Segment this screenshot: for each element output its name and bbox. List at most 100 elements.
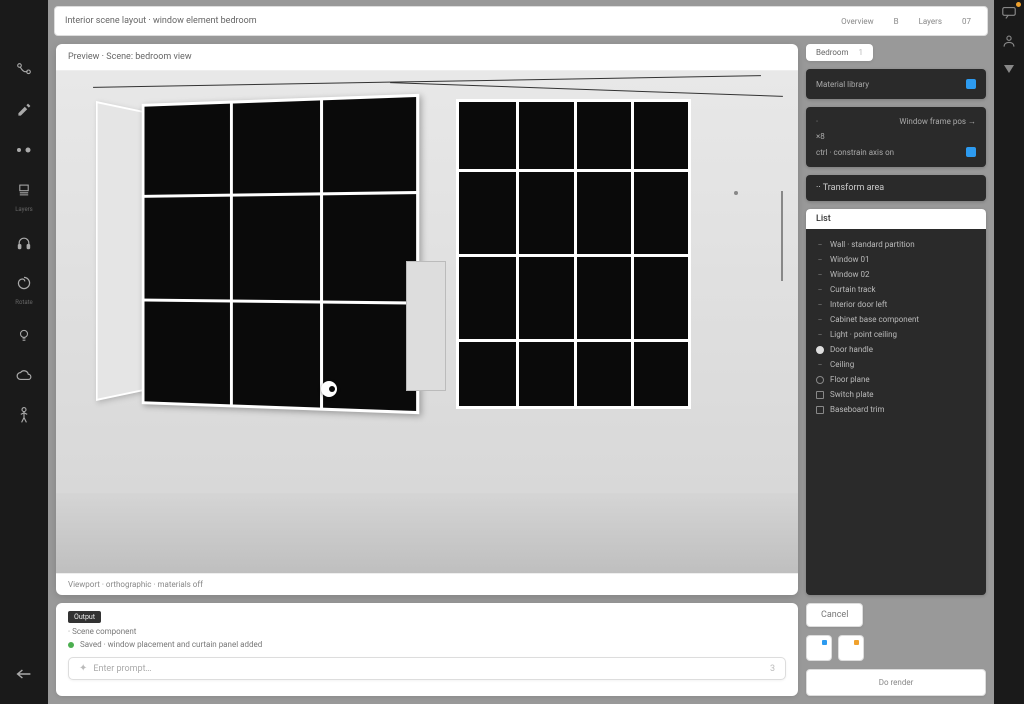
topbar-title: Interior scene layout · window element b…	[65, 16, 257, 26]
tool-sidebar: Layers Rotate	[0, 0, 48, 704]
user-icon[interactable]	[1000, 32, 1018, 50]
node-icon[interactable]	[14, 60, 34, 80]
scene-tag-label: Bedroom	[816, 48, 849, 57]
transform-area-head[interactable]: ·· Transform area	[806, 175, 986, 201]
list-item-label: Ceiling	[830, 360, 854, 369]
prompt-input[interactable]: ✦ Enter prompt… 3	[68, 657, 786, 680]
list-item-label: Floor plane	[830, 375, 870, 384]
list-body: –Wall · standard partition–Window 01–Win…	[806, 229, 986, 595]
bulb-icon[interactable]	[14, 326, 34, 346]
topbar-btn-1[interactable]: B	[888, 15, 905, 28]
list-item-label: Switch plate	[830, 390, 874, 399]
row1-label: ·	[816, 117, 818, 126]
list-item-label: Curtain track	[830, 285, 876, 294]
layer-icon-label: Layers	[15, 206, 33, 213]
viewport-canvas[interactable]	[56, 71, 798, 573]
list-item-label: Baseboard trim	[830, 405, 885, 414]
room-illustration	[56, 71, 798, 573]
spiral-icon-label: Rotate	[15, 299, 33, 306]
dash-icon: –	[816, 301, 824, 309]
box-icon	[816, 406, 824, 414]
list-item[interactable]: –Curtain track	[812, 282, 980, 297]
circle-filled-icon	[816, 346, 824, 354]
door-handle	[321, 381, 337, 397]
outline-list: List –Wall · standard partition–Window 0…	[806, 209, 986, 595]
list-item-label: Window 01	[830, 255, 870, 264]
list-item[interactable]: –Cabinet base component	[812, 312, 980, 327]
list-item[interactable]: –Light · point ceiling	[812, 327, 980, 342]
topbar-btn-3[interactable]: 07	[956, 15, 977, 28]
cloud-icon[interactable]	[14, 366, 34, 386]
dash-icon: –	[816, 331, 824, 339]
triangle-down-icon[interactable]	[1000, 60, 1018, 78]
list-item-label: Light · point ceiling	[830, 330, 897, 339]
scene-tag[interactable]: Bedroom 1	[806, 44, 873, 61]
transform-card: · Window frame pos → ×8 ctrl · constrain…	[806, 107, 986, 167]
list-item[interactable]: –Window 01	[812, 252, 980, 267]
content-row: Preview · Scene: bedroom view	[48, 36, 994, 603]
render-button[interactable]: Do render	[806, 669, 986, 696]
preview-thumb-2[interactable]	[838, 635, 864, 661]
figure-icon[interactable]	[14, 406, 34, 426]
prompt-placeholder: Enter prompt…	[93, 664, 764, 674]
main-area: Interior scene layout · window element b…	[48, 0, 994, 704]
list-item-label: Door handle	[830, 345, 873, 354]
transform-area-label: ·· Transform area	[816, 183, 976, 193]
arrow-left-icon[interactable]	[14, 664, 34, 684]
topbar: Interior scene layout · window element b…	[54, 6, 988, 36]
sparkle-icon: ✦	[79, 663, 87, 674]
topbar-btn-2[interactable]: Layers	[913, 15, 948, 28]
eyedropper-icon[interactable]	[14, 100, 34, 120]
scene-tag-count: 1	[859, 48, 864, 57]
box-icon	[816, 391, 824, 399]
list-item[interactable]: Door handle	[812, 342, 980, 357]
cabinet	[406, 261, 446, 391]
console-line-1: · Scene component	[68, 627, 786, 636]
spiral-icon[interactable]	[14, 273, 34, 293]
app-root: Layers Rotate Interior scene layout · wi…	[0, 0, 1024, 704]
dash-icon: –	[816, 286, 824, 294]
viewport-header: Preview · Scene: bedroom view	[56, 44, 798, 71]
list-item[interactable]: –Interior door left	[812, 297, 980, 312]
material-card[interactable]: Material library	[806, 69, 986, 99]
headphones-icon[interactable]	[14, 233, 34, 253]
bottom-strip: Output · Scene component Saved · window …	[48, 603, 994, 704]
list-item[interactable]: Floor plane	[812, 372, 980, 387]
message-icon[interactable]	[1000, 4, 1018, 22]
console-panel: Output · Scene component Saved · window …	[56, 603, 798, 696]
preview-thumb-1[interactable]	[806, 635, 832, 661]
topbar-right: Overview B Layers 07	[835, 15, 977, 28]
list-item[interactable]: –Ceiling	[812, 357, 980, 372]
viewport-footer: Viewport · orthographic · materials off	[56, 573, 798, 595]
circle-icon	[816, 376, 824, 384]
dash-icon: –	[816, 241, 824, 249]
dash-icon: –	[816, 361, 824, 369]
row2-label: ×8	[816, 132, 825, 141]
thumb-row	[806, 635, 864, 661]
window-1	[142, 94, 420, 414]
list-item[interactable]: –Wall · standard partition	[812, 237, 980, 252]
list-item[interactable]: Switch plate	[812, 387, 980, 402]
dots-icon[interactable]	[14, 140, 34, 160]
list-item-label: Window 02	[830, 270, 870, 279]
list-item[interactable]: Baseboard trim	[812, 402, 980, 417]
door-frame-right	[781, 191, 783, 281]
dash-icon: –	[816, 256, 824, 264]
prompt-count: 3	[770, 664, 775, 674]
list-item-label: Wall · standard partition	[830, 240, 915, 249]
viewport-panel: Preview · Scene: bedroom view	[56, 44, 798, 595]
topbar-btn-0[interactable]: Overview	[835, 15, 879, 28]
cancel-button[interactable]: Cancel	[806, 603, 863, 627]
dash-icon: –	[816, 316, 824, 324]
row3-text: ctrl · constrain axis on	[816, 148, 894, 157]
far-right-strip	[994, 0, 1024, 704]
list-item[interactable]: –Window 02	[812, 267, 980, 282]
right-panel: Bedroom 1 Material library · Window fram…	[806, 44, 986, 595]
dash-icon: –	[816, 271, 824, 279]
list-tab[interactable]: List	[806, 209, 986, 229]
accent-swatch-icon	[966, 79, 976, 89]
list-item-label: Cabinet base component	[830, 315, 919, 324]
console-line-2: Saved · window placement and curtain pan…	[68, 640, 786, 649]
accent-swatch-icon	[966, 147, 976, 157]
layer-icon[interactable]	[14, 180, 34, 200]
